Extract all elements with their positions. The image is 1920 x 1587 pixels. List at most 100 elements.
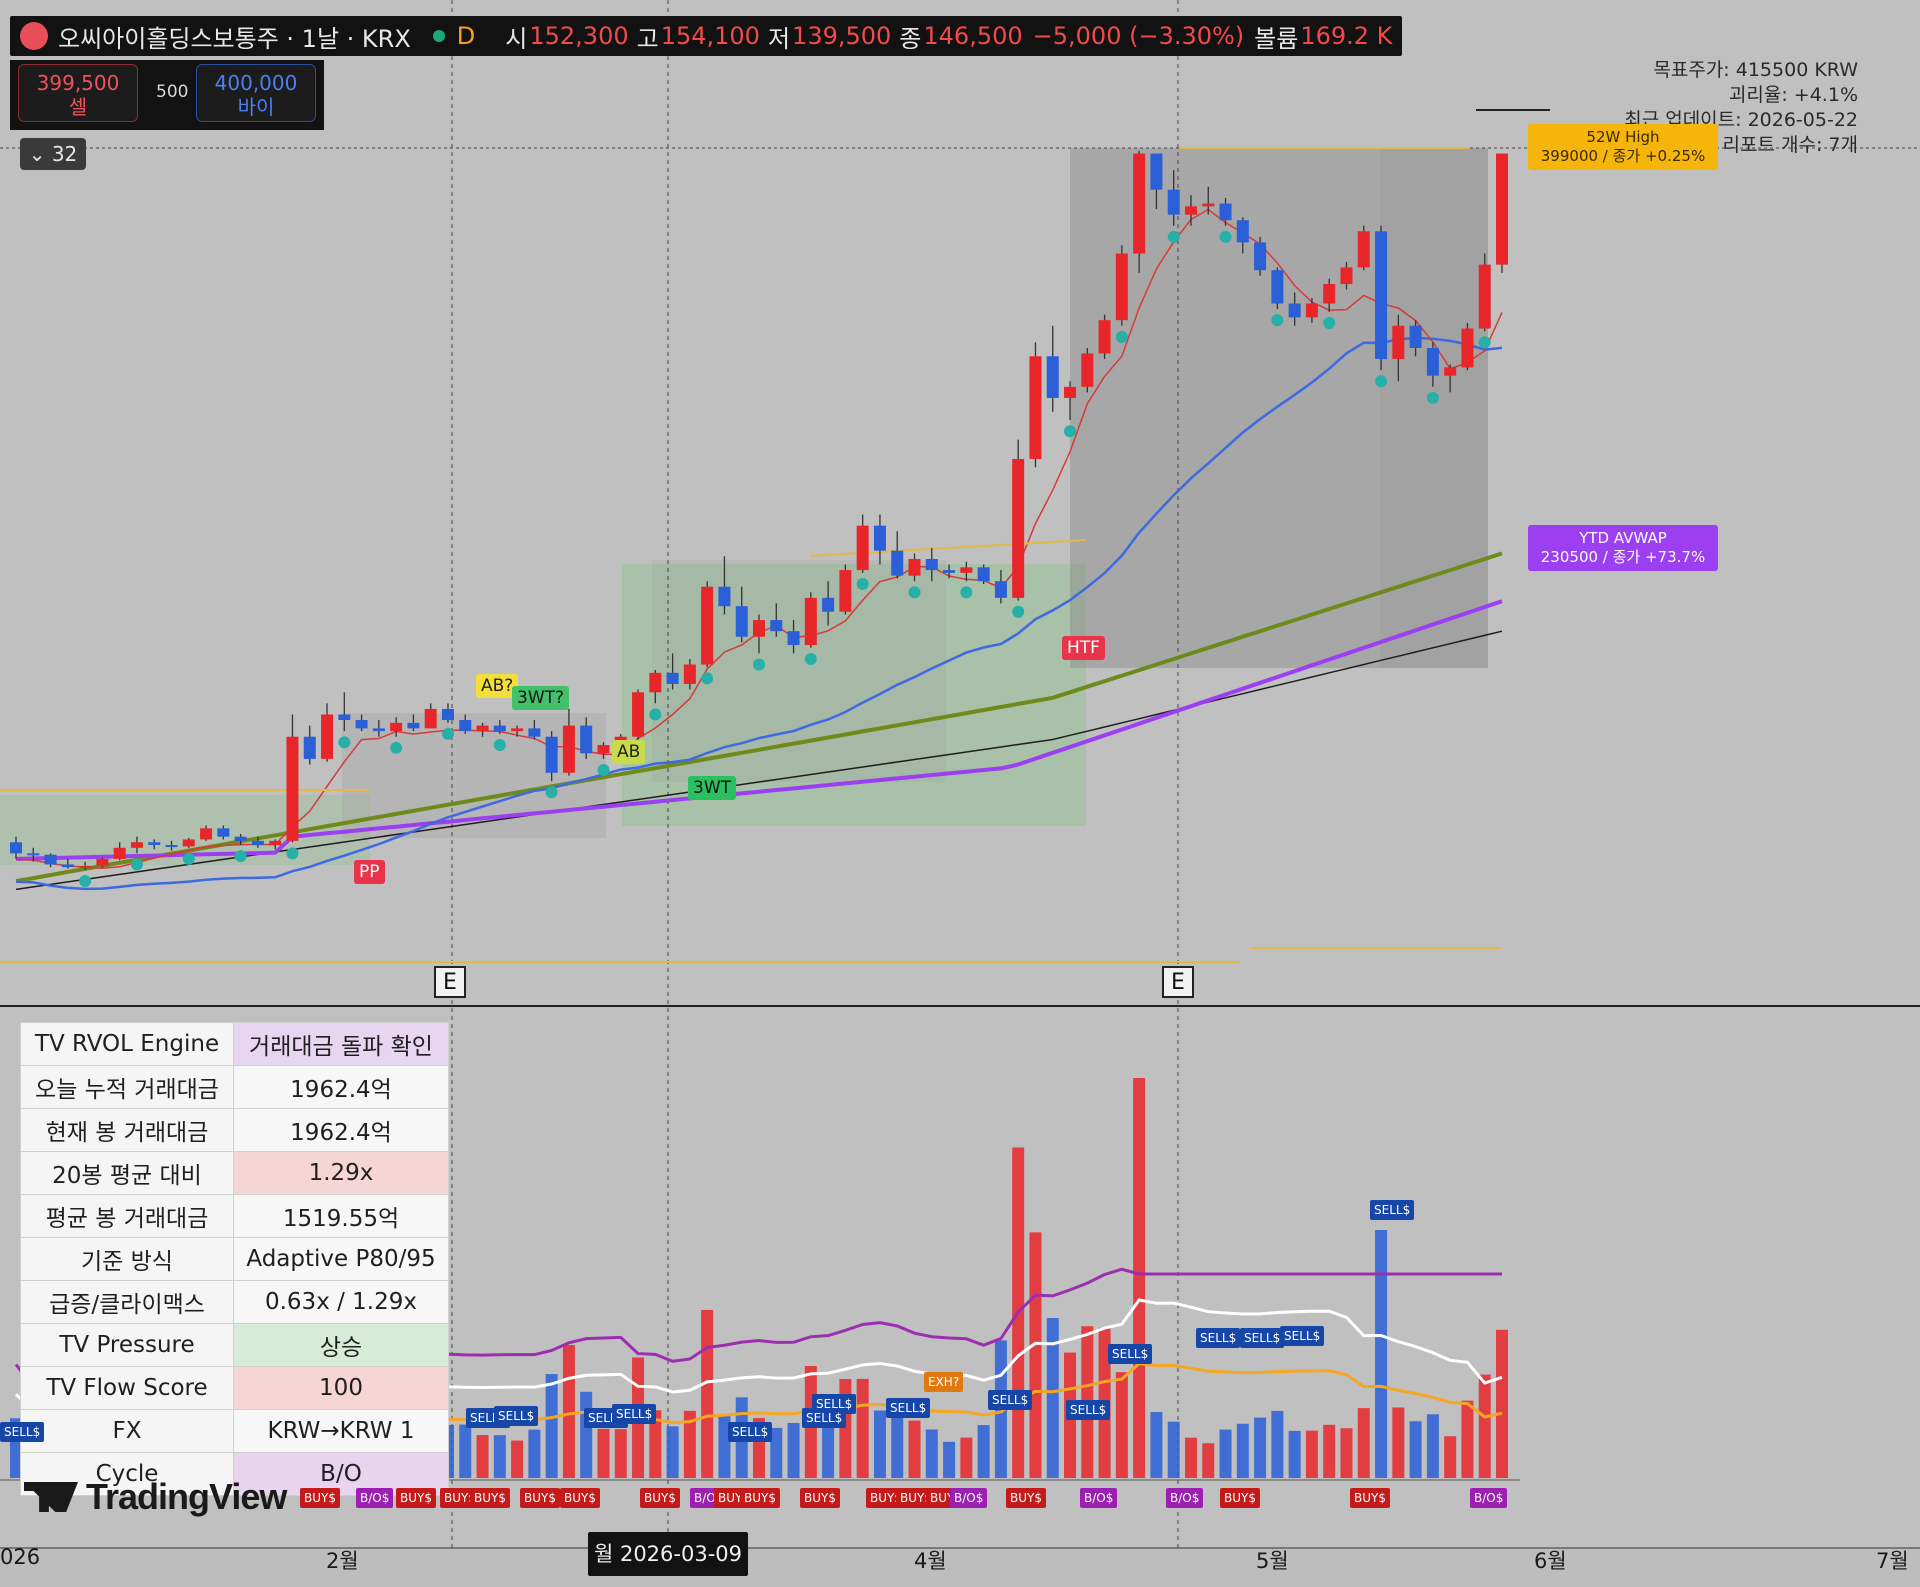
- rvol-table: TV RVOL Engine 거래대금 돌파 확인 오늘 누적 거래대금 1962.4…: [20, 1022, 449, 1496]
- signal-chip-sell[interactable]: SELL$: [1280, 1326, 1325, 1346]
- volume-bar: [1375, 1230, 1388, 1478]
- candle-down: [718, 586, 731, 607]
- signal-chip-buy[interactable]: BUY$: [1006, 1488, 1046, 1508]
- signal-chip-buy[interactable]: BUY$: [520, 1488, 560, 1508]
- volume-bar: [614, 1429, 627, 1478]
- candle-down: [1288, 303, 1301, 318]
- rvol-row: 20봉 평균 대비 1.29x: [20, 1151, 449, 1195]
- signal-chip-bo[interactable]: B/O$: [1166, 1488, 1204, 1508]
- sell-button[interactable]: 399,500 셀: [18, 64, 138, 122]
- volume-bar: [545, 1374, 558, 1478]
- signal-chip-sell[interactable]: SELL$: [1066, 1400, 1111, 1420]
- volume-bar: [1271, 1410, 1284, 1478]
- candle-down: [822, 597, 835, 612]
- signal-chip-sell[interactable]: SELL$: [886, 1398, 931, 1418]
- volume-bar: [770, 1427, 783, 1478]
- interval-badge: D: [456, 22, 476, 50]
- trail-dot: [1167, 230, 1180, 243]
- tradingview-logo[interactable]: TradingView: [24, 1476, 287, 1518]
- crosshair-date-label: 월 2026-03-09: [588, 1532, 748, 1576]
- signal-chip-sell[interactable]: SELL$: [1108, 1344, 1153, 1364]
- signal-chip-sell[interactable]: SELL$: [494, 1406, 539, 1426]
- volume-bar: [597, 1428, 610, 1478]
- rvol-value: 거래대금 돌파 확인: [233, 1022, 449, 1066]
- signal-chip-bo[interactable]: B/O$: [356, 1488, 394, 1508]
- signal-chip-sell[interactable]: SELL$: [728, 1422, 773, 1442]
- trail-dot: [1426, 391, 1439, 404]
- signal-chip-bo[interactable]: B/O$: [1080, 1488, 1118, 1508]
- buy-label: 바이: [237, 95, 275, 119]
- market-status-icon: [432, 30, 445, 42]
- volume-bar: [1392, 1407, 1405, 1478]
- indicator-collapse-button[interactable]: ⌄ 32: [20, 138, 86, 170]
- rvol-value: 100: [233, 1366, 449, 1410]
- trail-dot: [1115, 330, 1128, 343]
- candle-down: [355, 720, 368, 729]
- signal-chip-sell[interactable]: SELL$: [1370, 1200, 1415, 1220]
- signal-chip-sell[interactable]: SELL$: [988, 1390, 1033, 1410]
- symbol-header[interactable]: 오씨아이홀딩스보통주 · 1날 · KRX D 시 152,300 고 154,10…: [10, 16, 1403, 56]
- low-label: 저: [767, 24, 791, 53]
- signal-chip-buy[interactable]: BUY$: [1220, 1488, 1260, 1508]
- trail-dot: [441, 727, 454, 740]
- candle-down: [338, 714, 351, 721]
- volume-bar: [666, 1426, 679, 1478]
- earnings-marker-2[interactable]: E: [1162, 966, 1194, 998]
- trail-dot: [649, 708, 662, 721]
- candle-down: [770, 620, 783, 632]
- candle-down: [1409, 325, 1422, 348]
- signal-chip-buy[interactable]: BUY$: [300, 1488, 340, 1508]
- signal-chip-buy[interactable]: BUY$: [740, 1488, 780, 1508]
- low-value: 139,500: [792, 22, 892, 50]
- trail-dot: [390, 741, 403, 754]
- close-label: 종: [899, 24, 922, 53]
- avwap-value: 230500 / 종가 +73.7%: [1540, 548, 1706, 566]
- signal-chip-buy[interactable]: BUY$: [1350, 1488, 1390, 1508]
- signal-chip-sell[interactable]: SELL$: [1196, 1328, 1241, 1348]
- candle-up: [1461, 328, 1474, 368]
- pattern-label-htf: HTF: [1062, 636, 1105, 660]
- trail-dot: [856, 577, 869, 590]
- candle-up: [390, 722, 403, 732]
- price-tag-value: 399000 / 종가 +0.25%: [1540, 147, 1706, 165]
- volume-bar: [1357, 1408, 1370, 1478]
- rvol-row: 기준 방식 Adaptive P80/95: [20, 1237, 449, 1281]
- candle-down: [891, 550, 904, 576]
- signal-chip-sell[interactable]: SELL$: [0, 1422, 45, 1442]
- buy-price: 400,000: [214, 71, 298, 95]
- signal-chip-sell[interactable]: SELL$: [1240, 1328, 1285, 1348]
- candle-up: [286, 736, 299, 841]
- volume-bar: [1150, 1412, 1163, 1478]
- high-value: 154,100: [660, 22, 760, 50]
- signal-chip-sell[interactable]: SELL$: [612, 1404, 657, 1424]
- signal-chip-buy[interactable]: BUY$: [560, 1488, 600, 1508]
- candle-down: [580, 725, 593, 754]
- volume-bar: [476, 1435, 489, 1478]
- trail-dot: [1478, 336, 1491, 349]
- rvol-label: FX: [20, 1409, 234, 1453]
- signal-chip-bo[interactable]: B/O$: [1470, 1488, 1508, 1508]
- base-box-6: [1380, 148, 1488, 668]
- candle-down: [1167, 189, 1180, 215]
- signal-chip-exh[interactable]: EXH?: [924, 1372, 964, 1392]
- trail-dot: [130, 858, 143, 871]
- signal-chip-buy[interactable]: BUY$: [470, 1488, 510, 1508]
- signal-chip-bo[interactable]: B/O$: [950, 1488, 988, 1508]
- volume-bar: [856, 1378, 869, 1478]
- earnings-marker-1[interactable]: E: [434, 966, 466, 998]
- volume-bar: [1219, 1429, 1232, 1478]
- signal-chip-sell[interactable]: SELL$: [802, 1408, 847, 1428]
- candle-down: [217, 828, 230, 837]
- trail-dot: [1271, 314, 1284, 327]
- signal-chip-buy[interactable]: BUY$: [640, 1488, 680, 1508]
- candle-up: [753, 620, 765, 637]
- rvol-value: 1962.4억: [233, 1065, 449, 1109]
- candle-down: [666, 672, 679, 684]
- signal-chip-buy[interactable]: BUY$: [396, 1488, 436, 1508]
- volume-bar: [1444, 1436, 1457, 1478]
- signal-chip-buy[interactable]: BUY$: [800, 1488, 840, 1508]
- buy-button[interactable]: 400,000 바이: [196, 64, 316, 122]
- volume-bar: [1340, 1428, 1353, 1478]
- volume-bar: [873, 1410, 886, 1478]
- candle-down: [1375, 231, 1388, 360]
